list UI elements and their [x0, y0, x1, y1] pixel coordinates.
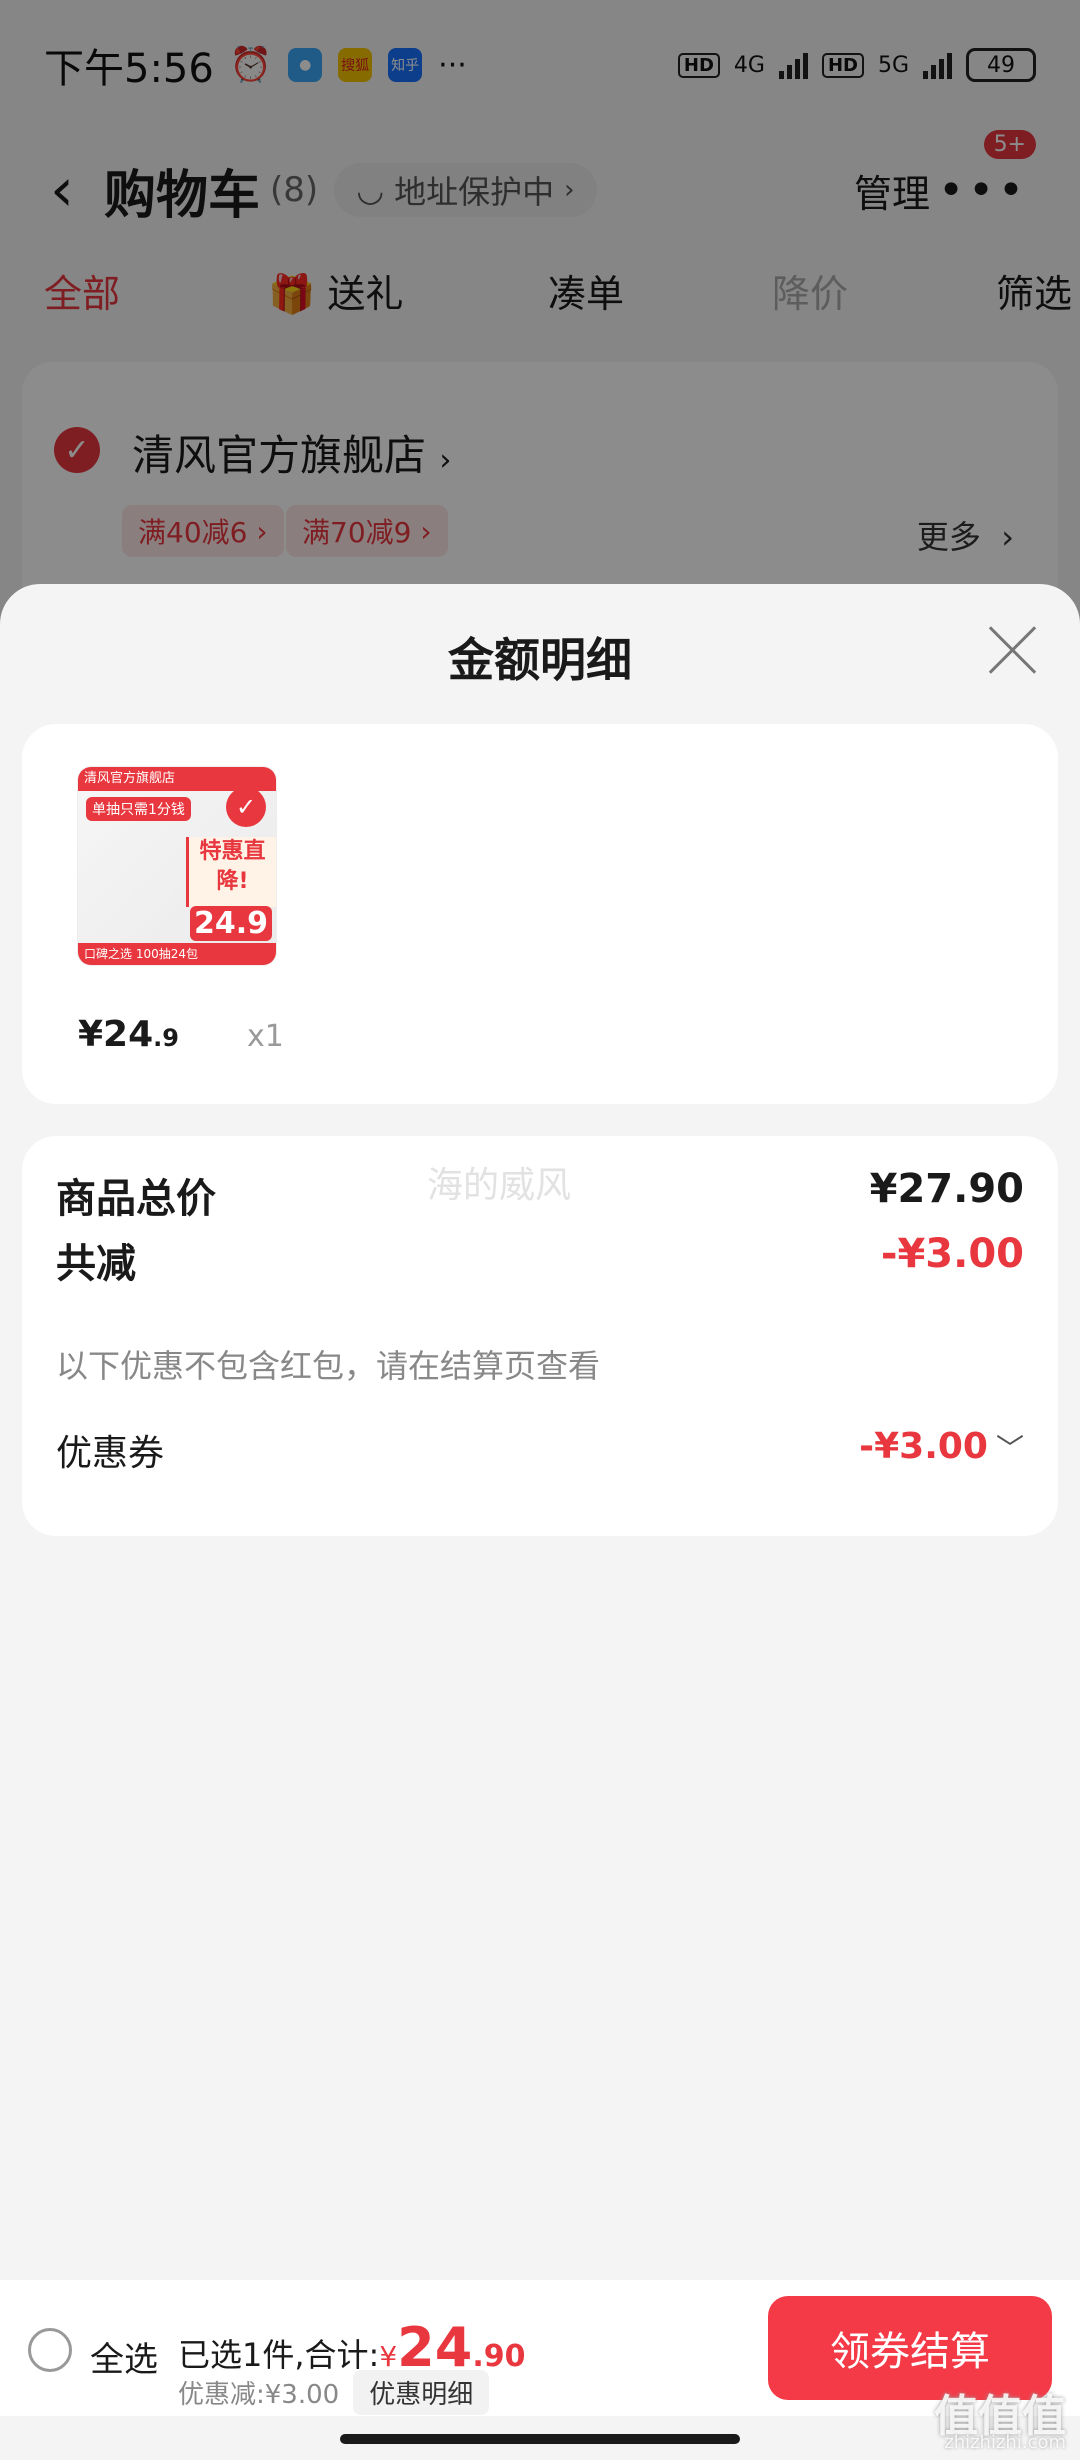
watermark-text: 海的威风 — [427, 1165, 572, 1206]
discount-note: 以下优惠不包含红包，请在结算页查看 — [56, 1347, 601, 1385]
coupon-label: 优惠券 — [56, 1433, 165, 1474]
product-thumbnail: 清风官方旗舰店 单抽只需1分钱 ✓ 特惠直降! 24.9 口碑之选 100抽24… — [77, 766, 277, 966]
select-all-checkbox[interactable] — [28, 2328, 72, 2372]
discount-detail-button[interactable]: 优惠明细 — [353, 2370, 490, 2415]
discount-amount-text: 优惠减:¥3.00 — [178, 2380, 340, 2410]
product-card: 清风官方旗舰店 单抽只需1分钱 ✓ 特惠直降! 24.9 口碑之选 100抽24… — [22, 724, 1058, 1104]
product-price: ¥24.9 — [78, 1014, 179, 1055]
home-indicator[interactable] — [340, 2434, 740, 2444]
currency-symbol: ¥ — [379, 2340, 398, 2373]
coupon-value: -¥3.00 — [859, 1426, 988, 1467]
thumb-badge: 单抽只需1分钱 — [86, 797, 191, 821]
chevron-down-icon: ﹀ — [995, 1431, 1024, 1465]
product-quantity: x1 — [247, 1019, 284, 1054]
discount-line: 优惠减:¥3.00 优惠明细 — [178, 2370, 490, 2415]
thumb-price: 24.9 — [189, 906, 272, 941]
coupon-value-toggle[interactable]: -¥3.00 ﹀ — [859, 1426, 1024, 1467]
total-amount-decimal: .90 — [472, 2339, 526, 2374]
thumb-check-icon: ✓ — [226, 787, 266, 827]
price-summary-card: 海的威风 商品总价 ¥27.90 共减 -¥3.00 以下优惠不包含红包，请在结… — [22, 1136, 1058, 1536]
select-all-label[interactable]: 全选 — [90, 2332, 158, 2381]
discount-total-value: -¥3.00 — [880, 1231, 1024, 1277]
thumb-promo: 特惠直降! — [186, 837, 276, 907]
amount-detail-sheet: 金额明细 清风官方旗舰店 单抽只需1分钱 ✓ 特惠直降! 24.9 口碑之选 1… — [0, 584, 1080, 2460]
discount-total-label: 共减 — [56, 1241, 136, 1287]
sheet-title: 金额明细 — [448, 633, 632, 687]
total-price-value: ¥27.90 — [869, 1166, 1024, 1212]
total-price-label: 商品总价 — [56, 1176, 216, 1222]
close-icon[interactable] — [984, 622, 1040, 678]
site-watermark-url: zhizhizhi.com — [944, 2432, 1066, 2453]
checkout-bar: 全选 已选1件,合计: ¥ 24 .90 优惠减:¥3.00 优惠明细 领券结算 — [0, 2280, 1080, 2416]
thumb-footer: 口碑之选 100抽24包 — [78, 943, 276, 965]
